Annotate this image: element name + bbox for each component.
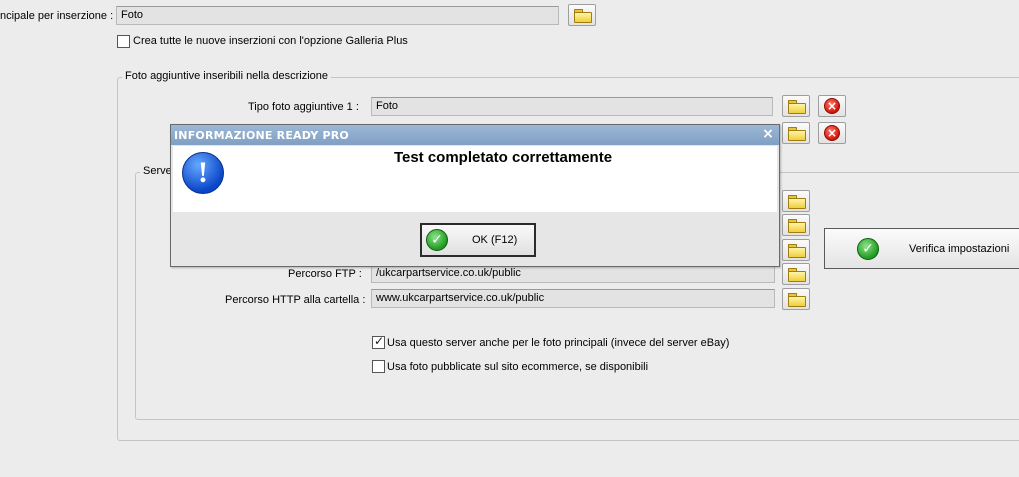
verify-settings-label: Verifica impostazioni	[909, 242, 1010, 255]
folder-icon	[788, 219, 806, 233]
tipo-foto-label: Tipo foto aggiuntive 1 :	[248, 101, 359, 113]
folder-icon	[788, 100, 806, 114]
main-photo-label: ncipale per inserzione :	[0, 10, 114, 22]
use-ecommerce-label: Usa foto pubblicate sul sito ecommerce, …	[387, 361, 649, 373]
folder-icon	[788, 244, 806, 258]
use-server-checkbox[interactable]	[372, 334, 385, 349]
tipo-foto-field[interactable]: Foto	[371, 97, 773, 116]
use-server-label: Usa questo server anche per le foto prin…	[387, 337, 730, 349]
main-photo-field[interactable]: Foto	[116, 6, 559, 25]
folder-icon	[788, 195, 806, 209]
dialog-title-text: INFORMAZIONE READY PRO	[174, 129, 349, 142]
http-path-browse-button[interactable]	[782, 288, 810, 310]
http-path-field[interactable]: www.ukcarpartservice.co.uk/public	[371, 289, 775, 308]
close-icon[interactable]: ×	[762, 126, 774, 142]
extra-photos-legend: Foto aggiuntive inseribili nella descriz…	[122, 70, 332, 82]
green-check-icon: ✓	[857, 237, 879, 260]
server-field-2-browse-button[interactable]	[782, 214, 810, 236]
folder-icon	[574, 9, 592, 23]
galleria-plus-label: Crea tutte le nuove inserzioni con l'opz…	[133, 35, 408, 47]
delete-icon: ×	[824, 125, 840, 141]
tipo-foto-delete-button[interactable]: ×	[818, 95, 846, 117]
server-field-1-browse-button[interactable]	[782, 190, 810, 212]
ftp-path-browse-button[interactable]	[782, 263, 810, 285]
ok-button-label: OK (F12)	[472, 234, 518, 246]
server-field-3-browse-button[interactable]	[782, 239, 810, 261]
tipo-foto-browse-button[interactable]	[782, 95, 810, 117]
tipo-foto-2-browse-button[interactable]	[782, 122, 810, 144]
folder-icon	[788, 127, 806, 141]
delete-icon: ×	[824, 98, 840, 114]
ok-button[interactable]: ✓ OK (F12)	[420, 223, 536, 257]
folder-icon	[788, 293, 806, 307]
http-path-label: Percorso HTTP alla cartella :	[225, 294, 366, 306]
tipo-foto-2-delete-button[interactable]: ×	[818, 122, 846, 144]
folder-icon	[788, 268, 806, 282]
dialog-title: INFORMAZIONE READY PRO ×	[171, 125, 779, 145]
info-dialog: INFORMAZIONE READY PRO × ! Test completa…	[170, 124, 780, 267]
dialog-body: ! Test completato correttamente	[173, 146, 777, 212]
galleria-plus-checkbox[interactable]	[117, 35, 130, 48]
ftp-path-label: Percorso FTP :	[288, 268, 362, 280]
green-check-icon: ✓	[426, 229, 448, 251]
verify-settings-button[interactable]: ✓ Verifica impostazioni	[824, 228, 1019, 269]
main-photo-browse-button[interactable]	[568, 4, 596, 26]
use-ecommerce-checkbox[interactable]	[372, 360, 385, 373]
dialog-message: Test completato correttamente	[393, 149, 613, 166]
